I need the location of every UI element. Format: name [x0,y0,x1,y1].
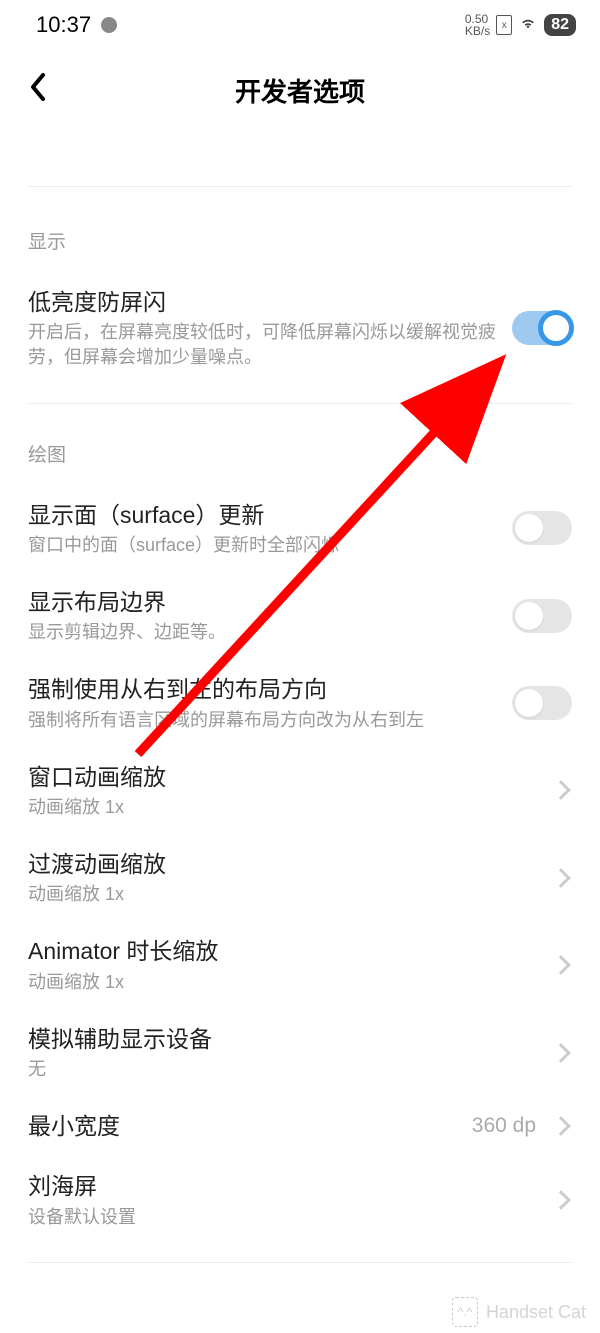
setting-desc: 无 [28,1057,538,1082]
setting-desc: 设备默认设置 [28,1205,538,1230]
toggle-low-brightness[interactable] [512,311,572,345]
setting-desc: 显示剪辑边界、边距等。 [28,620,496,645]
setting-value: 360 dp [472,1114,536,1138]
watermark-icon: ^.^ [452,1297,478,1327]
setting-desc: 强制将所有语言区域的屏幕布局方向改为从右到左 [28,708,496,733]
settings-content: 显示 低亮度防屏闪 开启后，在屏幕亮度较低时，可降低屏幕闪烁以缓解视觉疲劳，但屏… [0,139,600,1263]
section-header-drawing: 绘图 [28,412,572,485]
network-speed: 0.50 KB/s [465,13,490,37]
watermark-text: Handset Cat [486,1302,586,1323]
setting-title: 窗口动画缩放 [28,761,538,793]
battery-level: 82 [544,14,576,36]
setting-title: Animator 时长缩放 [28,935,538,967]
setting-transition-animation-scale[interactable]: 过渡动画缩放 动画缩放 1x [28,834,572,921]
toggle-layout-bounds[interactable] [512,599,572,633]
status-bar: 10:37 0.50 KB/s x 82 [0,0,600,48]
setting-text: 低亮度防屏闪 开启后，在屏幕亮度较低时，可降低屏幕闪烁以缓解视觉疲劳，但屏幕会增… [28,286,496,371]
setting-layout-bounds[interactable]: 显示布局边界 显示剪辑边界、边距等。 [28,572,572,659]
compass-icon [101,17,117,33]
toggle-knob [538,310,574,346]
toggle-knob [515,514,543,542]
setting-desc: 动画缩放 1x [28,882,538,907]
setting-title: 最小宽度 [28,1110,456,1142]
setting-title: 模拟辅助显示设备 [28,1023,538,1055]
status-left: 10:37 [36,12,117,38]
setting-text: 强制使用从右到左的布局方向 强制将所有语言区域的屏幕布局方向改为从右到左 [28,673,496,732]
title-bar: 开发者选项 [0,48,600,139]
setting-desc: 窗口中的面（surface）更新时全部闪烁 [28,533,496,558]
setting-simulate-secondary-display[interactable]: 模拟辅助显示设备 无 [28,1009,572,1096]
watermark: ^.^ Handset Cat [452,1297,586,1327]
setting-minimum-width[interactable]: 最小宽度 360 dp [28,1096,572,1156]
page-title: 开发者选项 [28,72,572,109]
setting-text: 模拟辅助显示设备 无 [28,1023,538,1082]
setting-animator-duration-scale[interactable]: Animator 时长缩放 动画缩放 1x [28,921,572,1008]
setting-window-animation-scale[interactable]: 窗口动画缩放 动画缩放 1x [28,747,572,834]
setting-text: Animator 时长缩放 动画缩放 1x [28,935,538,994]
setting-display-cutout[interactable]: 刘海屏 设备默认设置 [28,1156,572,1243]
setting-desc: 动画缩放 1x [28,795,538,820]
setting-force-rtl[interactable]: 强制使用从右到左的布局方向 强制将所有语言区域的屏幕布局方向改为从右到左 [28,659,572,746]
setting-text: 显示布局边界 显示剪辑边界、边距等。 [28,586,496,645]
setting-text: 显示面（surface）更新 窗口中的面（surface）更新时全部闪烁 [28,499,496,558]
setting-title: 显示面（surface）更新 [28,499,496,531]
toggle-knob [515,689,543,717]
chevron-right-icon [551,1190,571,1210]
back-button[interactable] [28,72,48,110]
status-right: 0.50 KB/s x 82 [465,13,576,38]
setting-title: 过渡动画缩放 [28,848,538,880]
status-time: 10:37 [36,12,91,38]
wifi-icon [518,13,538,38]
toggle-force-rtl[interactable] [512,686,572,720]
setting-low-brightness-flicker[interactable]: 低亮度防屏闪 开启后，在屏幕亮度较低时，可降低屏幕闪烁以缓解视觉疲劳，但屏幕会增… [28,272,572,385]
setting-title: 刘海屏 [28,1170,538,1202]
chevron-right-icon [551,955,571,975]
toggle-surface-updates[interactable] [512,511,572,545]
chevron-right-icon [551,1116,571,1136]
sim-icon: x [496,15,512,35]
setting-text: 最小宽度 [28,1110,456,1142]
chevron-right-icon [551,868,571,888]
divider [28,1262,572,1263]
setting-text: 过渡动画缩放 动画缩放 1x [28,848,538,907]
toggle-knob [515,602,543,630]
section-header-display: 显示 [28,199,572,272]
setting-text: 刘海屏 设备默认设置 [28,1170,538,1229]
divider [28,403,572,404]
chevron-right-icon [551,1043,571,1063]
setting-text: 窗口动画缩放 动画缩放 1x [28,761,538,820]
setting-title: 低亮度防屏闪 [28,286,496,318]
setting-title: 强制使用从右到左的布局方向 [28,673,496,705]
top-divider [28,139,572,187]
setting-surface-updates[interactable]: 显示面（surface）更新 窗口中的面（surface）更新时全部闪烁 [28,485,572,572]
setting-desc: 开启后，在屏幕亮度较低时，可降低屏幕闪烁以缓解视觉疲劳，但屏幕会增加少量噪点。 [28,320,496,370]
chevron-right-icon [551,780,571,800]
setting-desc: 动画缩放 1x [28,970,538,995]
setting-title: 显示布局边界 [28,586,496,618]
